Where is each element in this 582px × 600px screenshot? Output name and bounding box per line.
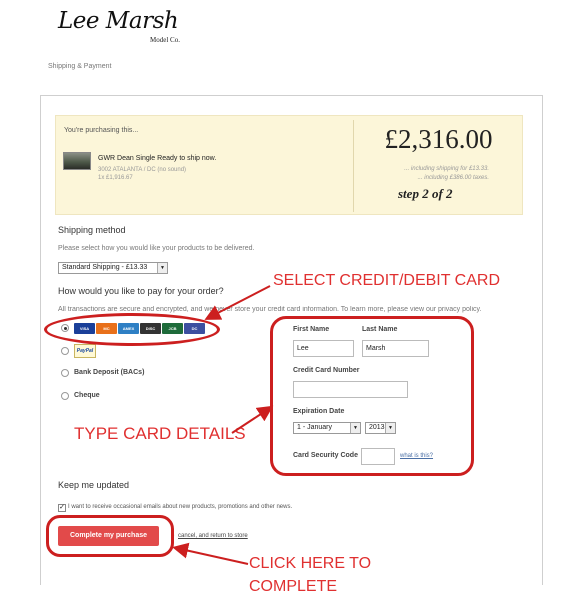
radio-cheque[interactable]: [61, 392, 69, 400]
updates-text: I want to receive occasional emails abou…: [68, 504, 293, 510]
logo-text: Lee Marsh: [58, 8, 179, 34]
shipping-note: ... including shipping for £13.33.: [404, 166, 489, 172]
paypal-logo-icon: PayPal: [74, 344, 96, 358]
brand-logo[interactable]: Lee Marsh Model Co.: [58, 8, 198, 48]
updates-heading: Keep me updated: [58, 480, 130, 490]
shipping-select[interactable]: Standard Shipping - £13.33 ▼: [58, 262, 168, 274]
cheque-label: Cheque: [74, 392, 100, 399]
logo-subtitle: Model Co.: [150, 36, 180, 44]
updates-checkbox[interactable]: ✓: [58, 504, 66, 512]
shipping-select-value: Standard Shipping - £13.33: [62, 264, 148, 271]
payment-heading: How would you like to pay for your order…: [58, 286, 224, 296]
taxes-note: ... including £386.00 taxes.: [417, 175, 489, 181]
breadcrumb: Shipping & Payment: [48, 63, 112, 70]
annotation-click-here: CLICK HERE TO: [249, 555, 372, 572]
annotation-complete: COMPLETE: [249, 578, 338, 595]
radio-paypal[interactable]: [61, 347, 69, 355]
annotation-select-card: SELECT CREDIT/DEBIT CARD: [273, 272, 501, 289]
product-name: GWR Dean Single Ready to ship now.: [98, 155, 217, 162]
chevron-down-icon: ▼: [157, 263, 167, 273]
shipping-hint: Please select how you would like your pr…: [58, 245, 255, 252]
cancel-link[interactable]: cancel, and return to store: [178, 533, 248, 539]
purchasing-label: You're purchasing this...: [64, 127, 139, 134]
product-variant: 3002 ATALANTA / DC (no sound): [98, 167, 187, 173]
annotation-button-box: [46, 515, 174, 557]
annotation-type-details: TYPE CARD DETAILS: [74, 424, 246, 443]
order-summary: You're purchasing this... GWR Dean Singl…: [55, 115, 523, 215]
annotation-card-ellipse: [44, 313, 220, 346]
product-meta: 3002 ATALANTA / DC (no sound) 1x £1,916.…: [98, 166, 186, 182]
radio-bank-deposit[interactable]: [61, 369, 69, 377]
order-total: £2,316.00: [384, 124, 493, 154]
payment-hint: All transactions are secure and encrypte…: [58, 306, 482, 313]
summary-divider: [353, 120, 354, 212]
annotation-form-box: [270, 316, 474, 476]
product-qty-price: 1x £1,916.67: [98, 175, 133, 181]
step-indicator: step 2 of 2: [398, 186, 453, 201]
product-thumbnail: [63, 152, 91, 170]
shipping-heading: Shipping method: [58, 225, 126, 235]
bank-deposit-label: Bank Deposit (BACs): [74, 369, 145, 376]
